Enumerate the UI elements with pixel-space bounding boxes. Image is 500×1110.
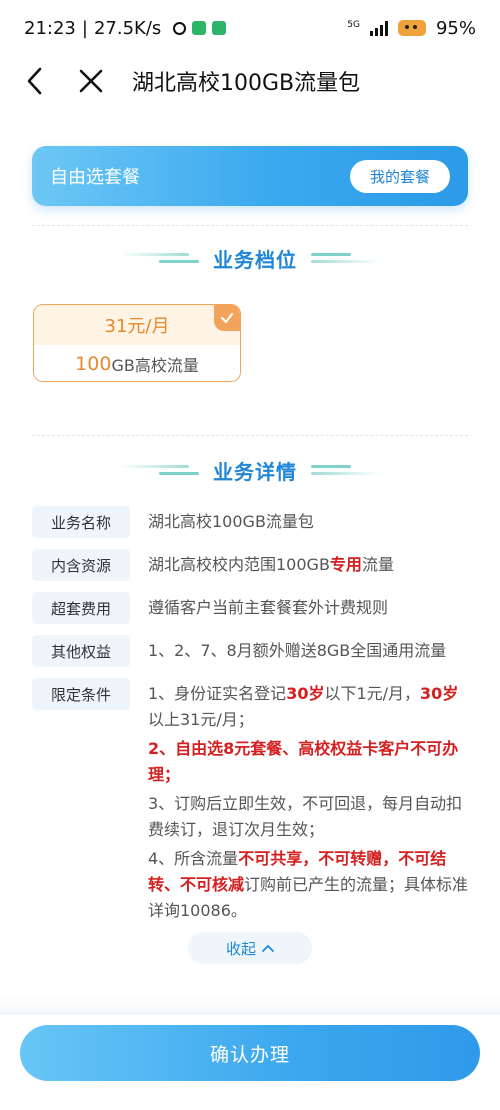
- row-label: 业务名称: [32, 506, 130, 538]
- row-value: 湖北高校100GB流量包: [148, 512, 314, 531]
- close-icon: [79, 69, 103, 93]
- row-label: 内含资源: [32, 549, 130, 581]
- banner-title: 自由选套餐: [50, 167, 140, 188]
- condition-4: 4、所含流量不可共享，不可转赠，不可结转、不可核减订购前已产生的流量；具体标准详…: [148, 849, 469, 920]
- tier-section-title: 业务档位: [213, 247, 297, 272]
- app-icon: [192, 21, 207, 35]
- plan-banner: 自由选套餐 我的套餐: [32, 146, 468, 206]
- detail-section-title: 业务详情: [213, 459, 297, 484]
- close-button[interactable]: [70, 60, 112, 102]
- battery-level: 95%: [435, 17, 476, 39]
- footer-shadow: [0, 995, 500, 1015]
- plan-option-card[interactable]: 31元/月 100 GB高校流量: [33, 304, 241, 382]
- plan-data: 100 GB高校流量: [34, 345, 240, 381]
- chevron-left-icon: [27, 67, 42, 95]
- download-icon: [212, 21, 227, 35]
- row-value: 1、2、7、8月额外赠送8GB全国通用流量: [148, 641, 447, 660]
- header-decoration-right: [311, 253, 381, 263]
- tier-section-header: 业务档位: [0, 240, 500, 276]
- my-plan-button[interactable]: 我的套餐: [349, 159, 450, 193]
- back-button[interactable]: [14, 60, 56, 102]
- row-value-text: 流量: [361, 555, 394, 574]
- row-label: 其他权益: [32, 635, 130, 667]
- detail-row-resources: 内含资源 湖北高校校内范围100GB专用流量: [32, 549, 472, 581]
- plan-data-amount: 100: [75, 353, 112, 375]
- condition-3: 3、订购后立即生效，不可回退，每月自动扣费续订，退订次月生效；: [148, 794, 463, 839]
- header-decoration-left: [119, 465, 199, 475]
- collapse-label: 收起: [225, 939, 256, 958]
- status-separator: |: [81, 17, 88, 39]
- selected-check-icon: [214, 305, 240, 331]
- signal-icon: [369, 20, 388, 36]
- conditions-text: 1、身份证实名登记30岁以下1元/月，30岁以上31元/月； 2、自由选8元套餐…: [148, 681, 472, 927]
- status-speed: 27.5K/s: [93, 17, 162, 39]
- detail-section-header: 业务详情: [0, 452, 500, 488]
- plan-price: 31元/月: [34, 305, 240, 345]
- row-label: 限定条件: [32, 678, 130, 710]
- row-value: 湖北高校校内范围100GB专用流量: [148, 549, 394, 581]
- notification-icon: [173, 21, 187, 35]
- detail-row-name: 业务名称 湖北高校100GB流量包: [32, 506, 472, 538]
- row-value-highlight: 专用: [329, 555, 362, 574]
- divider: [32, 225, 468, 226]
- detail-row-overage: 超套费用 遵循客户当前主套餐套外计费规则: [32, 592, 472, 624]
- row-value-text: 湖北高校校内范围100GB: [148, 555, 330, 574]
- chevron-up-icon: [262, 945, 274, 952]
- plan-data-text: GB高校流量: [111, 356, 199, 375]
- row-label: 超套费用: [32, 592, 130, 624]
- confirm-button[interactable]: 确认办理: [20, 1025, 480, 1081]
- divider: [32, 435, 468, 436]
- detail-row-conditions: 限定条件 1、身份证实名登记30岁以下1元/月，30岁以上31元/月； 2、自由…: [32, 678, 472, 927]
- detail-row-benefits: 其他权益 1、2、7、8月额外赠送8GB全国通用流量: [32, 635, 472, 667]
- condition-1: 1、身份证实名登记30岁以下1元/月，30岁以上31元/月；: [148, 684, 459, 729]
- nav-bar: 湖北高校100GB流量包: [0, 56, 500, 106]
- page-title: 湖北高校100GB流量包: [132, 71, 361, 96]
- status-bar: 21:23 | 27.5K/s 5G 95%: [0, 0, 500, 56]
- collapse-button[interactable]: 收起: [188, 932, 312, 964]
- row-value: 遵循客户当前主套餐套外计费规则: [148, 598, 389, 617]
- condition-2: 2、自由选8元套餐、高校权益卡客户不可办理；: [148, 739, 459, 784]
- status-time: 21:23: [24, 17, 76, 39]
- network-label: 5G: [347, 19, 360, 30]
- header-decoration-left: [119, 253, 199, 263]
- battery-icon: [397, 20, 426, 36]
- header-decoration-right: [311, 465, 381, 475]
